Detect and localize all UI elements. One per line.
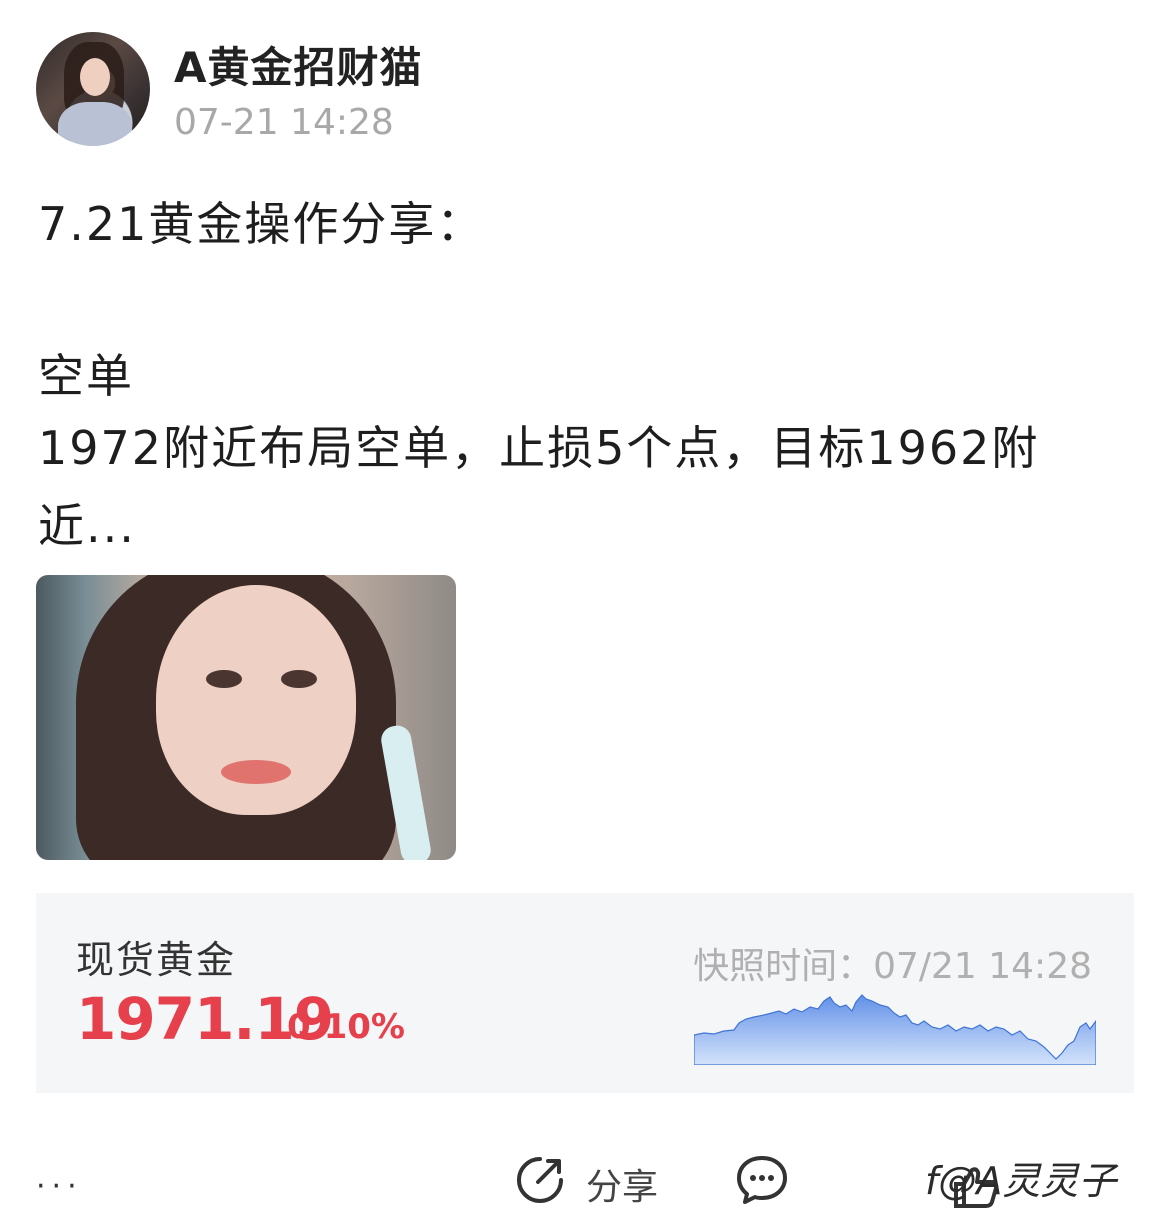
watermark-text: f@A灵灵子	[925, 1159, 1117, 1203]
avatar-face	[80, 58, 110, 96]
quote-name: 现货黄金	[76, 938, 237, 982]
photo-eye	[206, 670, 242, 688]
share-label[interactable]: 分享	[586, 1158, 658, 1210]
action-bar: ··· 分享 f@A灵灵子	[0, 1140, 1170, 1220]
post-text-line: 7.21黄金操作分享：	[38, 197, 485, 251]
quote-sparkline	[694, 994, 1096, 1065]
quote-change: 0.10%	[287, 1007, 405, 1047]
post-text-line: 近...	[38, 499, 136, 553]
post-timestamp: 07-21 14:28	[174, 102, 394, 143]
avatar-body	[58, 102, 132, 146]
author-avatar[interactable]	[36, 32, 150, 146]
sparkline-area	[694, 994, 1096, 1065]
photo-eye	[281, 670, 317, 688]
post-photo[interactable]	[36, 575, 456, 860]
photo-lips	[221, 760, 291, 784]
post-text-line: 1972附近布局空单，止损5个点，目标1962附	[38, 421, 1040, 475]
post-text-line: 空单	[38, 349, 134, 403]
comment-icon[interactable]	[735, 1154, 789, 1206]
author-name[interactable]: A黄金招财猫	[174, 34, 423, 95]
quote-card[interactable]: 现货黄金 1971.19 0.10% 快照时间：07/21 14:28	[36, 893, 1134, 1093]
quote-snapshot-time: 快照时间：07/21 14:28	[693, 946, 1092, 987]
share-icon[interactable]	[514, 1154, 566, 1206]
more-icon[interactable]: ···	[36, 1172, 83, 1202]
